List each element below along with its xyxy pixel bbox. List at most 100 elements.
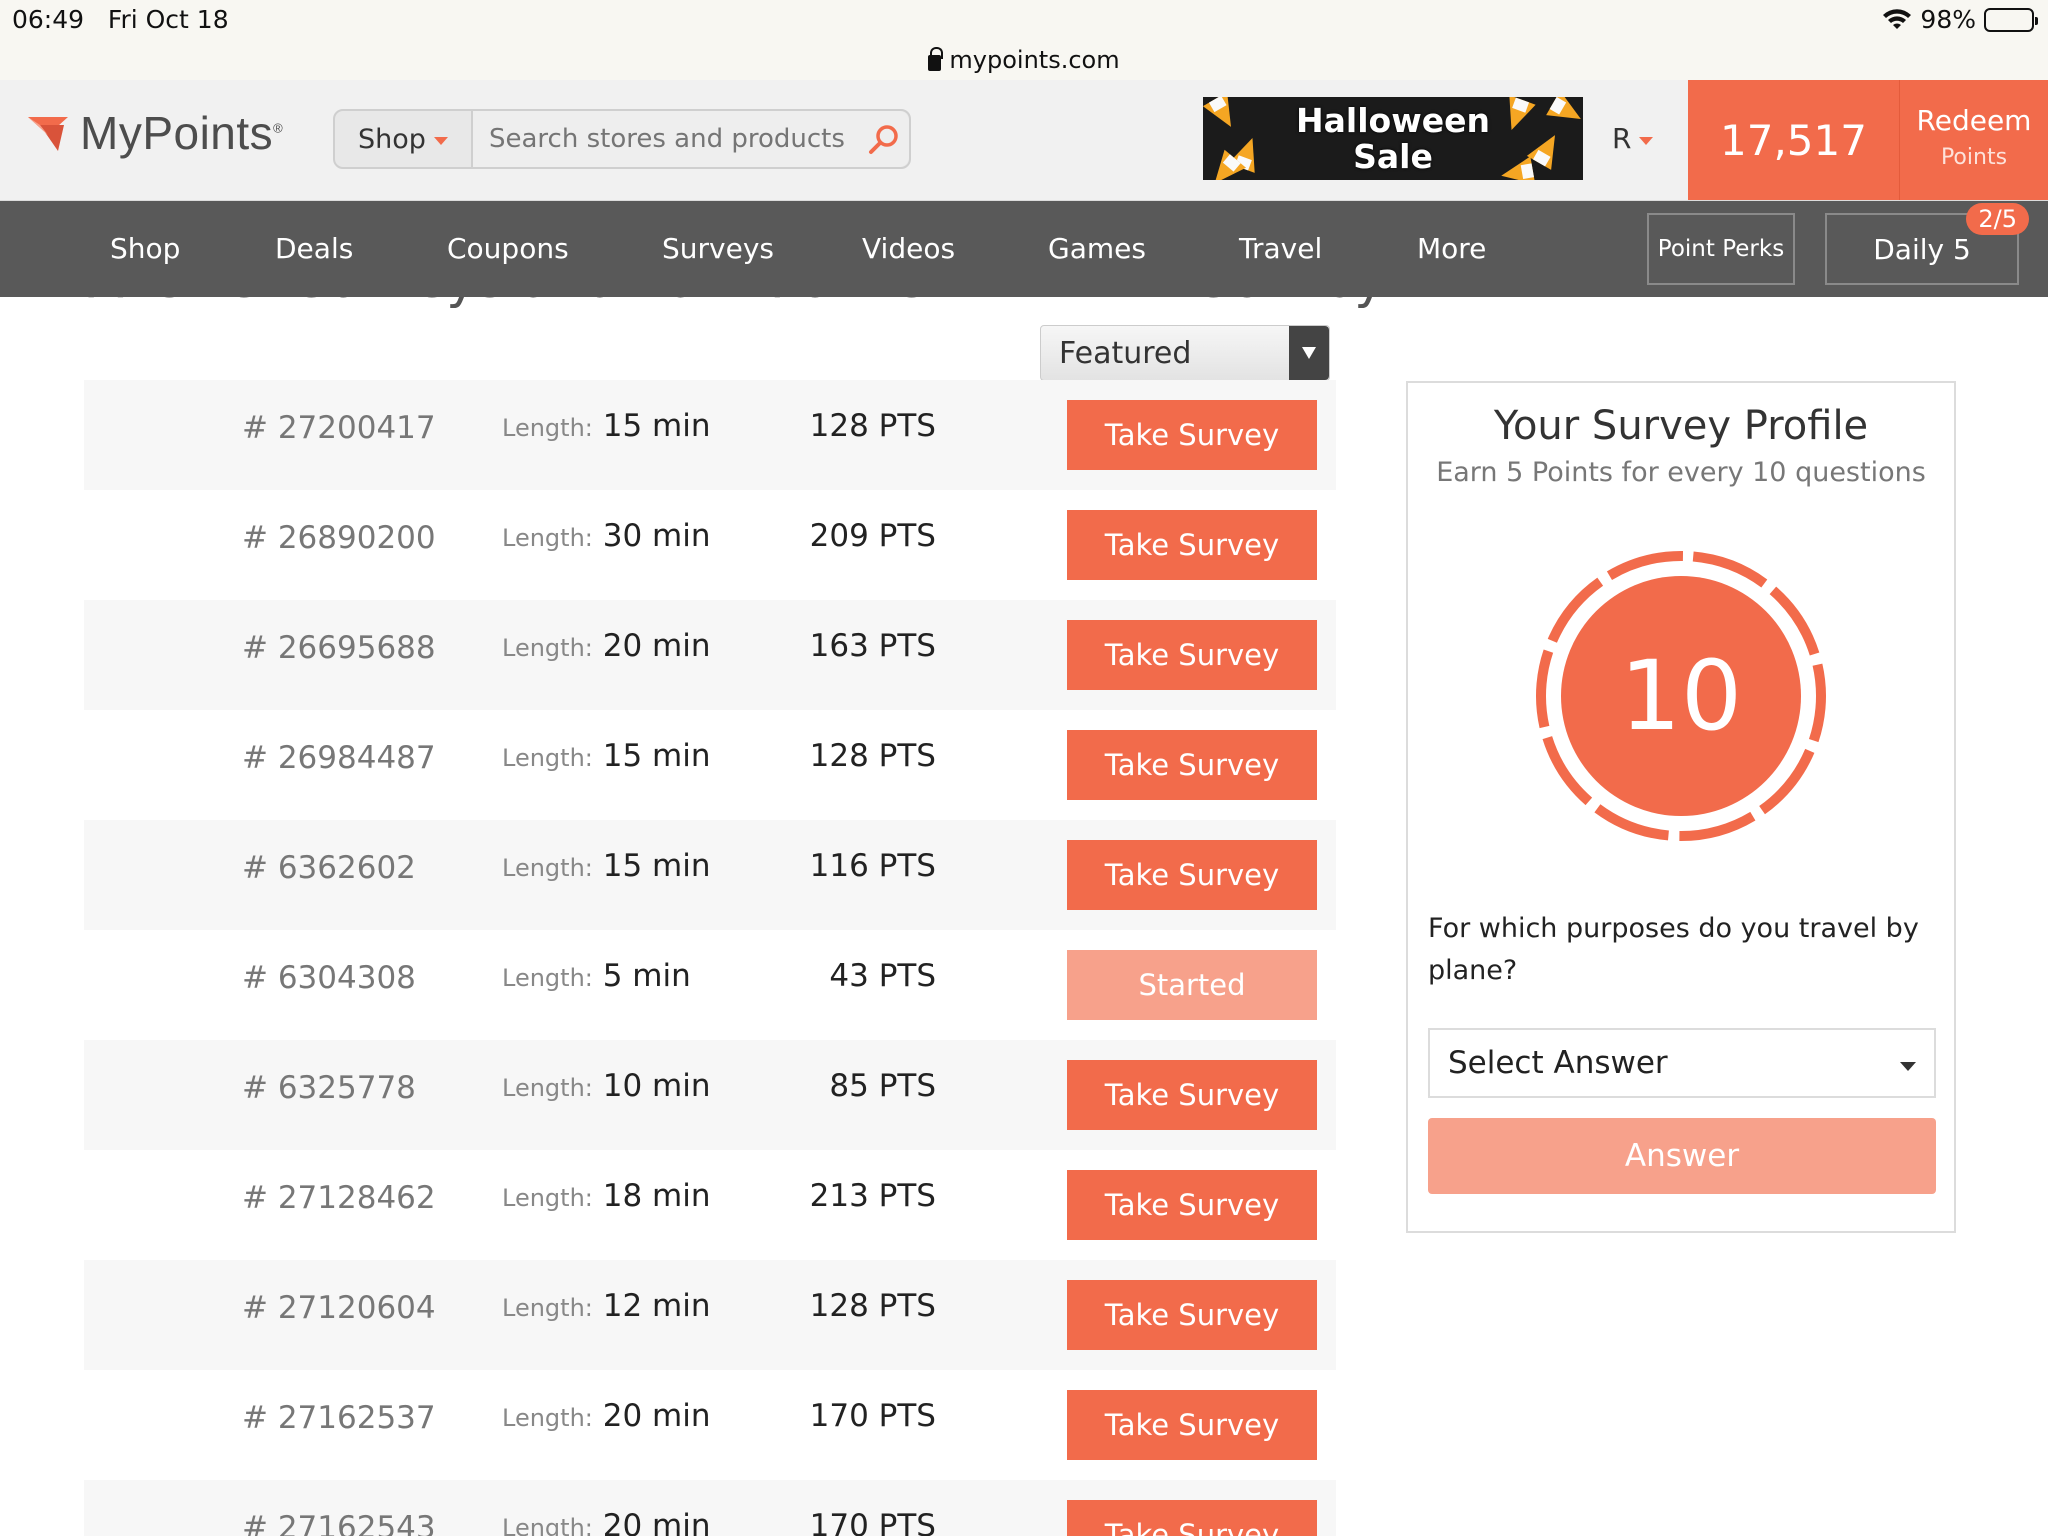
search-icon[interactable]: [867, 123, 901, 157]
survey-points: 213 PTS: [809, 1178, 936, 1214]
profile-title: Your Survey Profile: [1493, 403, 1869, 449]
point-perks-button[interactable]: Point Perks: [1647, 213, 1795, 285]
status-bar: 06:49 Fri Oct 18 98%: [0, 0, 2048, 40]
take-survey-button[interactable]: Take Survey: [1067, 1390, 1317, 1460]
take-survey-button[interactable]: Take Survey: [1067, 1060, 1317, 1130]
halloween-sale-banner[interactable]: Halloween Sale: [1203, 97, 1583, 180]
survey-row: # 6304308 Length: 5 min 43 PTS Started: [84, 930, 1336, 1040]
survey-id: # 26695688: [242, 630, 436, 666]
length-label: Length:: [502, 854, 593, 882]
search-input[interactable]: [473, 111, 909, 167]
nav-item-shop[interactable]: Shop: [110, 201, 180, 297]
nav-item-games[interactable]: Games: [1048, 201, 1146, 297]
length-label: Length:: [502, 744, 593, 772]
nav-item-deals[interactable]: Deals: [275, 201, 353, 297]
survey-row: # 27162537 Length: 20 min 170 PTS Take Surv…: [84, 1370, 1336, 1480]
nav-item-more[interactable]: More: [1417, 201, 1486, 297]
profile-subtitle: Earn 5 Points for every 10 questions: [1436, 457, 1926, 488]
survey-id: # 27200417: [242, 410, 436, 446]
search-bar: Shop: [333, 109, 911, 169]
nav-item-coupons[interactable]: Coupons: [447, 201, 569, 297]
take-survey-button[interactable]: Take Survey: [1067, 510, 1317, 580]
length-value: 15 min: [602, 738, 711, 774]
nav-item-videos[interactable]: Videos: [862, 201, 955, 297]
survey-id: # 26984487: [242, 740, 436, 776]
question-count: 10: [1619, 640, 1743, 752]
survey-list: # 27200417 Length: 15 min 128 PTS Take Surv…: [84, 380, 1336, 1536]
survey-row: # 27162543 Length: 20 min 170 PTS Take Surv…: [84, 1480, 1336, 1536]
length-label: Length:: [502, 524, 593, 552]
length-label: Length:: [502, 1074, 593, 1102]
survey-id: # 27162537: [242, 1400, 436, 1436]
survey-row: # 26890200 Length: 30 min 209 PTS Take Surv…: [84, 490, 1336, 600]
survey-id: # 26890200: [242, 520, 436, 556]
survey-row: # 27128462 Length: 18 min 213 PTS Take Surv…: [84, 1150, 1336, 1260]
length-label: Length:: [502, 1294, 593, 1322]
survey-profile-panel: Your Survey Profile Earn 5 Points for ev…: [1406, 381, 1956, 1233]
survey-points: 43 PTS: [829, 958, 936, 994]
survey-id: # 6362602: [242, 850, 416, 886]
length-label: Length:: [502, 634, 593, 662]
survey-length: Length: 20 min: [502, 628, 711, 664]
length-value: 10 min: [602, 1068, 711, 1104]
survey-id: # 27120604: [242, 1290, 436, 1326]
url-text: mypoints.com: [949, 46, 1120, 74]
daily5-button[interactable]: Daily 5 2/5: [1825, 203, 2029, 285]
survey-points: 128 PTS: [809, 1288, 936, 1324]
length-value: 5 min: [602, 958, 691, 994]
length-value: 30 min: [602, 518, 711, 554]
survey-length: Length: 15 min: [502, 738, 711, 774]
take-survey-button[interactable]: Take Survey: [1067, 620, 1317, 690]
survey-points: 85 PTS: [829, 1068, 936, 1104]
profile-question: For which purposes do you travel by plan…: [1428, 913, 1919, 986]
logo-text: MyPoints®: [80, 107, 284, 159]
length-label: Length:: [502, 1514, 593, 1536]
banner-text: Halloween Sale: [1296, 100, 1490, 176]
daily5-progress-badge: 2/5: [1966, 203, 2029, 235]
nav-item-surveys[interactable]: Surveys: [662, 201, 774, 297]
survey-length: Length: 15 min: [502, 848, 711, 884]
survey-length: Length: 20 min: [502, 1398, 711, 1434]
sort-select[interactable]: Featured: [1040, 325, 1330, 381]
take-survey-button[interactable]: Take Survey: [1067, 400, 1317, 470]
survey-row: # 26695688 Length: 20 min 163 PTS Take Surv…: [84, 600, 1336, 710]
length-value: 18 min: [602, 1178, 711, 1214]
survey-id: # 27162543: [242, 1510, 436, 1536]
survey-id: # 6325778: [242, 1070, 416, 1106]
user-menu-dropdown[interactable]: R: [1612, 122, 1654, 155]
status-right: 98%: [1882, 5, 2038, 34]
survey-points: 128 PTS: [809, 408, 936, 444]
main-nav: Shop Deals Coupons Surveys Videos Games …: [0, 201, 2048, 297]
take-survey-button[interactable]: Take Survey: [1067, 1170, 1317, 1240]
redeem-points-button[interactable]: Redeem Points: [1900, 80, 2048, 200]
points-balance[interactable]: 17,517: [1688, 80, 1900, 200]
survey-length: Length: 18 min: [502, 1178, 711, 1214]
take-survey-button[interactable]: Take Survey: [1067, 1280, 1317, 1350]
survey-points: 209 PTS: [809, 518, 936, 554]
survey-points: 163 PTS: [809, 628, 936, 664]
take-survey-button[interactable]: Take Survey: [1067, 730, 1317, 800]
survey-row: # 6325778 Length: 10 min 85 PTS Take Survey: [84, 1040, 1336, 1150]
survey-points: 170 PTS: [809, 1398, 936, 1434]
take-survey-button[interactable]: Take Survey: [1067, 1500, 1317, 1536]
take-survey-button[interactable]: Take Survey: [1067, 840, 1317, 910]
length-value: 20 min: [602, 1508, 711, 1536]
survey-length: Length: 12 min: [502, 1288, 711, 1324]
status-time: 06:49 Fri Oct 18: [12, 5, 229, 34]
survey-started-button[interactable]: Started: [1067, 950, 1317, 1020]
url-bar[interactable]: mypoints.com: [0, 40, 2048, 80]
nav-item-travel[interactable]: Travel: [1239, 201, 1322, 297]
battery-percent: 98%: [1920, 5, 1976, 34]
length-value: 20 min: [602, 1398, 711, 1434]
chevron-down-icon: [1639, 136, 1654, 145]
mypoints-logo[interactable]: MyPoints®: [28, 106, 283, 160]
answer-button[interactable]: Answer: [1428, 1118, 1936, 1194]
survey-length: Length: 20 min: [502, 1508, 711, 1536]
answer-select[interactable]: Select Answer: [1428, 1028, 1936, 1098]
survey-length: Length: 5 min: [502, 958, 691, 994]
survey-length: Length: 30 min: [502, 518, 711, 554]
length-value: 20 min: [602, 628, 711, 664]
length-label: Length:: [502, 964, 593, 992]
site-header: MyPoints® Shop Halloween Sale R 17,517 R…: [0, 80, 2048, 201]
search-category-dropdown[interactable]: Shop: [335, 111, 473, 167]
